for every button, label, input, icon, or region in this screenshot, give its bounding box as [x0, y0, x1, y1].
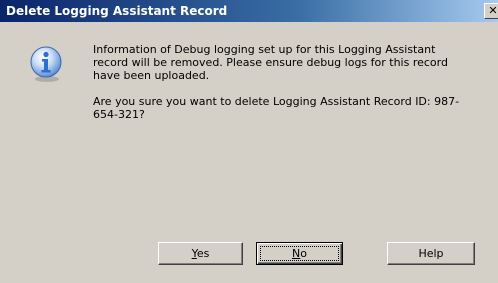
close-icon: ✕: [488, 4, 498, 17]
close-button[interactable]: ✕: [484, 3, 498, 19]
message-paragraph-1: Information of Debug logging set up for …: [93, 43, 448, 82]
message-paragraph-2: Are you sure you want to delete Logging …: [93, 95, 460, 121]
information-icon: [30, 46, 62, 82]
dialog-message: Information of Debug logging set up for …: [93, 43, 473, 121]
no-button-label: No: [292, 247, 307, 260]
yes-button[interactable]: Yes: [158, 242, 243, 265]
help-button[interactable]: Help: [387, 242, 475, 265]
help-button-label: Help: [418, 247, 444, 260]
dialog-title: Delete Logging Assistant Record: [6, 4, 228, 18]
no-mnemonic: N: [292, 247, 301, 260]
no-button[interactable]: No: [256, 242, 343, 265]
yes-button-label: Yes: [191, 247, 210, 260]
delete-record-dialog: Delete Logging Assistant Record ✕ Inform…: [0, 0, 498, 283]
title-bar: Delete Logging Assistant Record: [0, 0, 498, 22]
